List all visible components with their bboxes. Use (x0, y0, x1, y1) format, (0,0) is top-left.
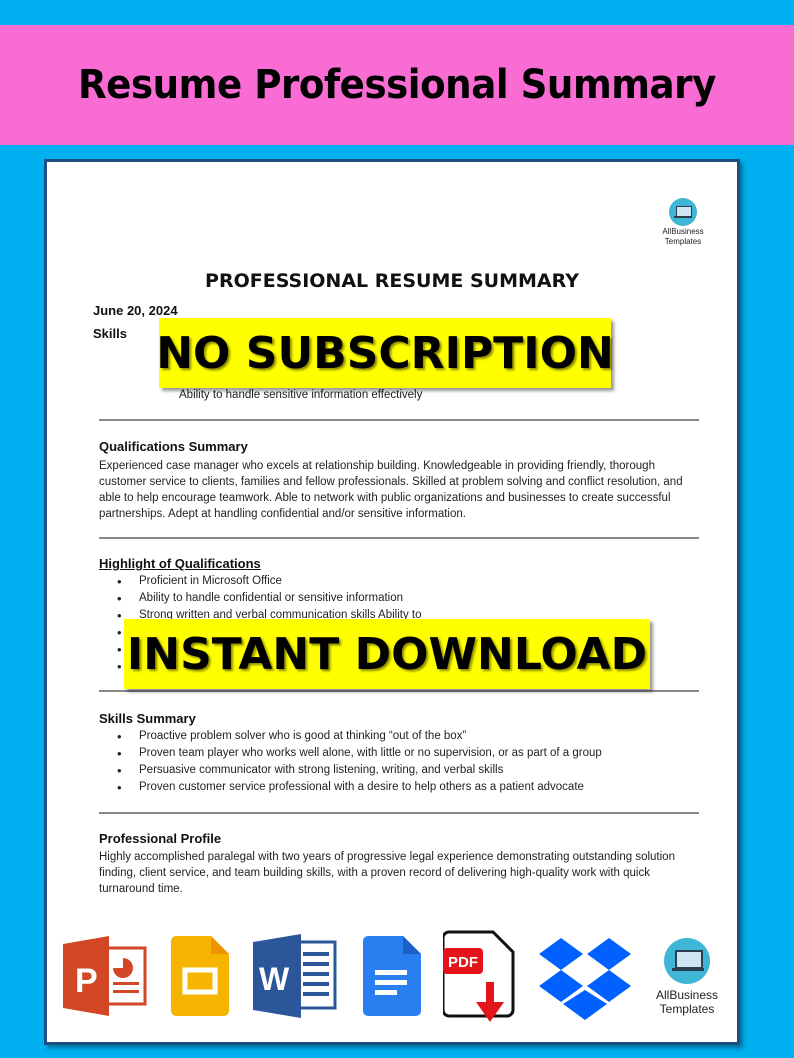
document-preview: AllBusiness Templates PROFESSIONAL RESUM… (44, 159, 740, 1045)
svg-text:W: W (259, 961, 290, 997)
list-item: Proven team player who works well alone,… (99, 745, 602, 762)
qualifications-summary-heading: Qualifications Summary (99, 439, 248, 454)
list-item: Proficient in Microsoft Office (99, 573, 422, 590)
professional-profile-text: Highly accomplished paralegal with two y… (99, 851, 675, 895)
highlights-heading: Highlight of Qualifications (99, 556, 261, 571)
list-item: Ability to handle confidential or sensit… (99, 590, 422, 607)
word-icon: W (253, 934, 337, 1018)
list-item: Proven customer service professional wit… (99, 779, 602, 796)
google-docs-icon (363, 936, 421, 1016)
allbusiness-templates-logo: AllBusiness Templates (647, 938, 727, 1016)
laptop-icon (669, 198, 697, 226)
no-subscription-stamp: NO SUBSCRIPTION (156, 318, 614, 388)
skills-summary-list: Proactive problem solver who is good at … (99, 728, 602, 796)
logo-text-line1: AllBusiness (662, 227, 704, 236)
powerpoint-icon: P (63, 936, 147, 1016)
skills-line: Ability to handle sensitive information … (179, 389, 423, 401)
qualifications-summary-text: Experienced case manager who excels at r… (99, 460, 683, 520)
header-banner: Resume Professional Summary (0, 25, 794, 145)
logo-text-line2: Templates (664, 237, 702, 246)
document-date: June 20, 2024 (93, 303, 178, 318)
divider (99, 690, 699, 692)
divider (99, 537, 699, 539)
document-title: PROFESSIONAL RESUME SUMMARY (205, 270, 579, 292)
list-item: Persuasive communicator with strong list… (99, 762, 602, 779)
divider (99, 812, 699, 814)
dropbox-icon (539, 938, 631, 1020)
pdf-download-icon: PDF (443, 930, 515, 1022)
laptop-icon (664, 938, 710, 984)
instant-download-stamp: INSTANT DOWNLOAD (124, 619, 650, 689)
google-slides-icon (171, 936, 229, 1016)
logo-text-line1: AllBusiness (655, 988, 719, 1002)
logo-text-line2: Templates (659, 1002, 715, 1016)
skills-label: Skills (93, 326, 127, 341)
format-icons-row: P W PDF AllBusiness Templates (61, 930, 731, 1030)
divider (99, 419, 699, 421)
professional-profile-heading: Professional Profile (99, 831, 222, 846)
svg-text:PDF: PDF (448, 954, 478, 971)
svg-text:P: P (75, 962, 98, 1000)
allbusiness-logo-top: AllBusiness Templates (653, 198, 713, 246)
skills-summary-heading: Skills Summary (99, 711, 196, 726)
banner-title: Resume Professional Summary (78, 62, 716, 108)
list-item: Proactive problem solver who is good at … (99, 728, 602, 745)
